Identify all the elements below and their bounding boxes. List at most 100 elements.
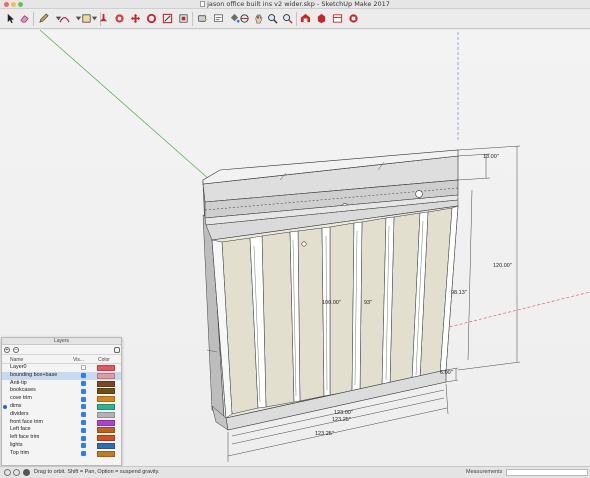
scale-tool-icon[interactable]: [161, 12, 174, 25]
layer-color-swatch[interactable]: [97, 388, 115, 395]
layer-color-swatch[interactable]: [97, 411, 115, 418]
visibility-checkbox[interactable]: [81, 373, 86, 379]
active-layer-radio[interactable]: [3, 374, 7, 378]
select-tool-icon[interactable]: [4, 12, 17, 25]
move-tool-icon[interactable]: [129, 12, 142, 25]
eraser-tool-icon[interactable]: [18, 12, 31, 25]
title-bar: jason office built ins v2 wider.skp - Sk…: [0, 0, 590, 9]
active-layer-radio[interactable]: [3, 382, 7, 386]
layer-options-icon[interactable]: [114, 347, 120, 353]
geolocation-icon[interactable]: [4, 469, 11, 476]
visibility-checkbox[interactable]: [81, 412, 86, 418]
layers-toolbar: + −: [2, 345, 121, 355]
active-layer-radio[interactable]: [3, 366, 7, 370]
text-tool-icon[interactable]: [212, 12, 225, 25]
zoom-tool-icon[interactable]: [266, 12, 279, 25]
visibility-checkbox[interactable]: [81, 380, 86, 386]
layer-list: Layer0 bounding box+base Anti-tip bookcases…: [2, 364, 121, 458]
warehouse-icon[interactable]: [299, 12, 312, 25]
visibility-checkbox[interactable]: [81, 365, 86, 371]
layers-panel: Layers + − Name Vis... Color Layer0 bound…: [1, 337, 122, 466]
visibility-checkbox[interactable]: [81, 396, 86, 402]
color-column-header[interactable]: Color: [98, 357, 110, 363]
name-column-header[interactable]: Name: [10, 357, 23, 363]
layer-row[interactable]: front face trim: [2, 419, 121, 427]
credits-icon[interactable]: [13, 469, 20, 476]
toolbar-separator: [33, 12, 34, 26]
layers-header: Name Vis... Color: [2, 355, 121, 364]
dim-top-depth: 13.00": [483, 154, 499, 160]
layer-name: dims: [10, 402, 22, 409]
active-layer-radio[interactable]: [3, 397, 7, 401]
layer-row[interactable]: lights: [2, 442, 121, 450]
visibility-checkbox[interactable]: [81, 404, 86, 410]
dim-mid-width: 123.25": [332, 417, 351, 423]
toolbar-separator: [192, 12, 193, 26]
dim-inner-width: 123.00": [334, 410, 353, 416]
push-pull-tool-icon[interactable]: [97, 12, 110, 25]
layer-name: Top trim: [10, 449, 30, 456]
pan-tool-icon[interactable]: [252, 12, 265, 25]
layer-name: bookcases: [10, 387, 36, 394]
visibility-checkbox[interactable]: [81, 419, 86, 425]
layer-row[interactable]: Layer0: [2, 364, 121, 372]
visibility-checkbox[interactable]: [81, 388, 86, 394]
visible-column-header[interactable]: Vis...: [73, 357, 84, 363]
layer-name: Left face: [10, 426, 31, 433]
layer-color-swatch[interactable]: [97, 365, 115, 371]
layer-row[interactable]: Anti-tip: [2, 380, 121, 388]
layer-color-swatch[interactable]: [97, 419, 115, 426]
follow-me-tool-icon[interactable]: [113, 12, 126, 25]
visibility-checkbox[interactable]: [81, 451, 86, 457]
active-layer-radio[interactable]: [3, 436, 7, 440]
layer-row[interactable]: left face trim: [2, 434, 121, 442]
layer-name: left face trim: [10, 434, 40, 441]
active-layer-radio[interactable]: [3, 452, 7, 456]
layer-name: dividers: [10, 410, 29, 417]
layer-color-swatch[interactable]: [97, 442, 115, 449]
layer-color-swatch[interactable]: [97, 450, 115, 457]
pencil-tool-icon[interactable]: [37, 12, 50, 25]
layer-row[interactable]: dims: [2, 403, 121, 411]
offset-tool-icon[interactable]: [177, 12, 190, 25]
zoom-extents-tool-icon[interactable]: [281, 12, 294, 25]
red-axis: [444, 291, 590, 329]
green-axis: [39, 30, 211, 181]
tape-measure-tool-icon[interactable]: [196, 12, 209, 25]
layer-color-swatch[interactable]: [97, 380, 115, 387]
layer-color-swatch[interactable]: [97, 435, 115, 442]
layer-color-swatch[interactable]: [97, 403, 115, 410]
orbit-tool-icon[interactable]: [238, 12, 251, 25]
arc-tool-icon[interactable]: [58, 12, 71, 25]
visibility-checkbox[interactable]: [81, 435, 86, 441]
active-layer-radio[interactable]: [3, 421, 7, 425]
layers-panel-title: Layers: [2, 338, 121, 345]
active-layer-radio[interactable]: [3, 413, 7, 417]
light-fixture: [415, 190, 423, 198]
visibility-checkbox[interactable]: [81, 427, 86, 433]
layer-color-swatch[interactable]: [97, 372, 115, 379]
add-layer-button[interactable]: +: [4, 347, 10, 353]
layer-row[interactable]: Left face: [2, 426, 121, 434]
visibility-checkbox[interactable]: [81, 443, 86, 449]
measurements-input[interactable]: [506, 469, 588, 476]
status-bar: Drag to orbit. Shift = Pan, Option = sus…: [0, 466, 590, 478]
extension-warehouse-icon[interactable]: [315, 12, 328, 25]
help-icon[interactable]: [23, 469, 30, 476]
rotate-tool-icon[interactable]: [145, 12, 158, 25]
active-layer-radio[interactable]: [3, 444, 7, 448]
active-layer-radio[interactable]: [3, 404, 7, 409]
layer-color-swatch[interactable]: [97, 396, 115, 403]
layer-name: cove trim: [10, 395, 32, 402]
layer-color-swatch[interactable]: [97, 427, 115, 434]
layer-row[interactable]: bookcases: [2, 387, 121, 395]
extension-manager-icon[interactable]: [347, 12, 360, 25]
layout-icon[interactable]: [331, 12, 344, 25]
layer-row[interactable]: Top trim: [2, 450, 121, 458]
layer-row[interactable]: cove trim: [2, 395, 121, 403]
active-layer-radio[interactable]: [3, 428, 7, 432]
remove-layer-button[interactable]: −: [13, 347, 19, 353]
layer-row[interactable]: dividers: [2, 411, 121, 419]
layer-row[interactable]: bounding box+base: [2, 371, 121, 380]
active-layer-radio[interactable]: [3, 389, 7, 393]
